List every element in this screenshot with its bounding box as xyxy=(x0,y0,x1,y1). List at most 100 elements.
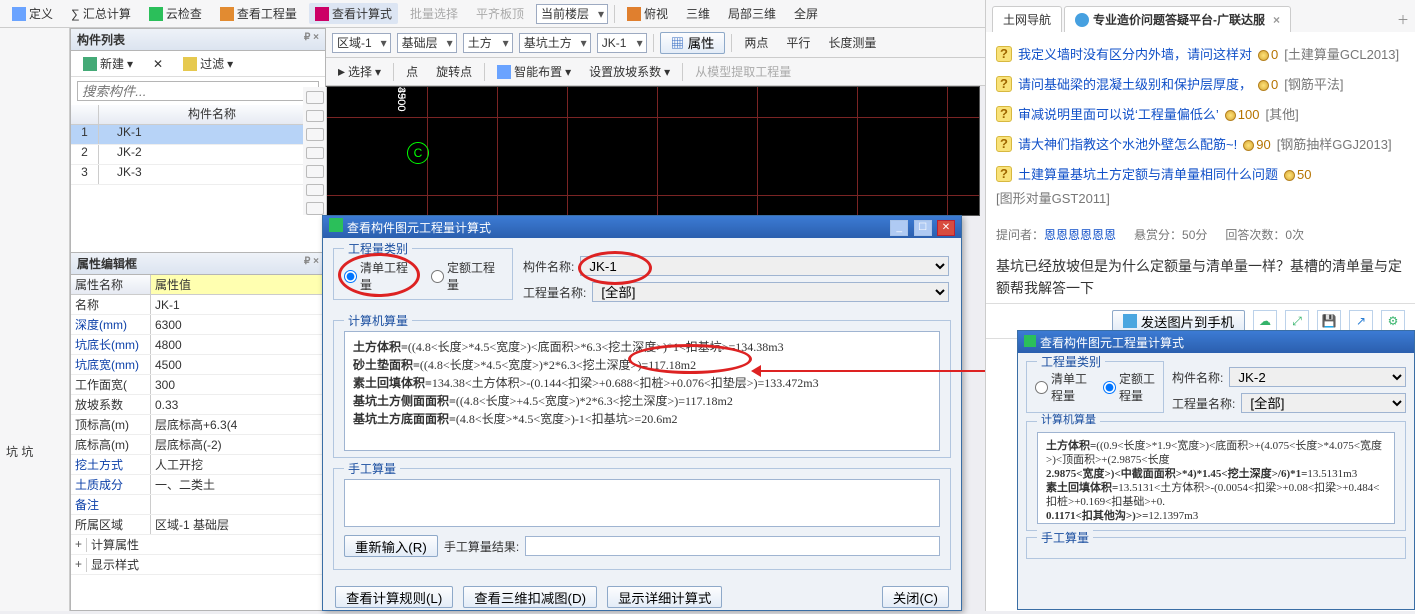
subtype-dropdown[interactable]: 基坑土方 xyxy=(519,33,591,53)
qa-item[interactable]: ? 请问基础梁的混凝土级别和保护层厚度， 0 [钢筋平法] xyxy=(996,70,1405,100)
close-button[interactable]: 关闭(C) xyxy=(882,586,949,608)
view-qty-button[interactable]: 查看工程量 xyxy=(214,3,303,24)
save-icon[interactable]: 💾 xyxy=(1317,310,1341,332)
minus-icon[interactable] xyxy=(306,202,324,215)
reenter-button[interactable]: 重新输入(R) xyxy=(344,535,438,557)
panel-pin-icon[interactable]: ₽ × xyxy=(304,32,319,43)
manual-textbox[interactable] xyxy=(344,479,940,527)
close-icon[interactable]: ✕ xyxy=(937,220,955,236)
cloud-icon[interactable]: ☁ xyxy=(1253,310,1277,332)
property-row[interactable]: 工作面宽(300 xyxy=(71,375,325,395)
property-row[interactable]: 底标高(m)层底标高(-2) xyxy=(71,435,325,455)
new-button[interactable]: 新建▾ xyxy=(77,53,139,74)
quota-qty-radio[interactable]: 定额工程量 xyxy=(1103,370,1155,404)
3d-button[interactable]: 三维 xyxy=(680,3,716,24)
plus-icon[interactable] xyxy=(306,184,324,197)
property-row[interactable]: 坑底长(mm)4800 xyxy=(71,335,325,355)
qa-item[interactable]: ? 请大神们指教这个水池外壁怎么配筋~! 90 [钢筋抽样GGJ2013] xyxy=(996,130,1405,160)
point-button[interactable]: 点 xyxy=(400,61,424,82)
view-3d-deduct-button[interactable]: 查看三维扣减图(D) xyxy=(463,586,597,608)
property-row[interactable]: 土质成分一、二类土 xyxy=(71,475,325,495)
smart-place-button[interactable]: 智能布置▾ xyxy=(491,61,577,82)
component-dropdown[interactable]: JK-1 xyxy=(597,33,647,53)
annotation-arrow xyxy=(755,370,1015,372)
qty-name-select[interactable]: [全部] xyxy=(1241,393,1406,413)
parallel-button[interactable]: 平行 xyxy=(780,32,816,53)
search-input[interactable] xyxy=(77,81,319,101)
layer-dropdown[interactable]: 当前楼层 xyxy=(536,4,608,24)
property-row[interactable]: 放坡系数0.33 xyxy=(71,395,325,415)
tab-qa[interactable]: 专业造价问题答疑平台-广联达服× xyxy=(1064,6,1291,32)
manual-result-input[interactable] xyxy=(525,536,940,556)
expand-icon[interactable]: ⤢ xyxy=(1285,310,1309,332)
new-tab-icon[interactable]: ＋ xyxy=(1397,11,1409,32)
category-dropdown[interactable]: 土方 xyxy=(463,33,513,53)
component-name-select[interactable]: JK-2 xyxy=(1229,367,1406,387)
view-formula-button[interactable]: 查看计算式 xyxy=(309,3,398,24)
cloud-check-button[interactable]: 云检查 xyxy=(143,3,208,24)
definition-button[interactable]: 定义 xyxy=(6,3,59,24)
qty-name-select[interactable]: [全部] xyxy=(592,282,949,302)
tab-nav[interactable]: 土网导航 xyxy=(992,6,1062,32)
fit-icon[interactable] xyxy=(306,147,324,160)
property-row[interactable]: 名称JK-1 xyxy=(71,295,325,315)
slope-coef-button[interactable]: 设置放坡系数▾ xyxy=(583,61,676,82)
zoom-window-icon[interactable] xyxy=(306,110,324,123)
component-row[interactable]: 3JK-3 xyxy=(71,165,325,185)
rotate-point-button[interactable]: 旋转点 xyxy=(430,61,478,82)
qa-item[interactable]: ? 土建算量基坑土方定额与清单量相同什么问题 50 [图形对量GST2011] xyxy=(996,160,1405,214)
view-rules-button[interactable]: 查看计算规则(L) xyxy=(335,586,453,608)
show-detail-button[interactable]: 显示详细计算式 xyxy=(607,586,722,608)
calc-attr-tree[interactable]: +计算属性 xyxy=(71,535,325,555)
property-row[interactable]: 顶标高(m)层底标高+6.3(4 xyxy=(71,415,325,435)
quota-qty-radio[interactable]: 定额工程量 xyxy=(431,259,502,293)
filter-button[interactable]: 过滤▾ xyxy=(177,53,239,74)
zoom-icon[interactable] xyxy=(306,128,324,141)
batch-select-button[interactable]: 批量选择 xyxy=(404,3,464,24)
qa-item[interactable]: ? 审减说明里面可以说‘工程量偏低么’ 100 [其他] xyxy=(996,100,1405,130)
calc-textbox[interactable]: 土方体积=((4.8<长度>*4.5<宽度>)<底面积>*6.3<挖土深度>)*… xyxy=(344,331,940,451)
property-row[interactable]: 所属区域区域-1 基础层 xyxy=(71,515,325,535)
align-slab-button[interactable]: 平齐板顶 xyxy=(470,3,530,24)
component-name-select[interactable]: JK-1 xyxy=(580,256,949,276)
layers-icon[interactable] xyxy=(306,165,324,178)
measure-button[interactable]: 长度测量 xyxy=(822,32,882,53)
share-icon[interactable]: ↗ xyxy=(1349,310,1373,332)
list-qty-radio[interactable]: 清单工程量 xyxy=(1035,370,1087,404)
property-row[interactable]: 深度(mm)6300 xyxy=(71,315,325,335)
select-button[interactable]: ▸ 选择▾ xyxy=(332,61,387,82)
local-3d-button[interactable]: 局部三维 xyxy=(722,3,782,24)
extract-from-model-button[interactable]: 从模型提取工程量 xyxy=(689,61,797,82)
question-icon: ? xyxy=(996,76,1012,92)
qa-item[interactable]: ? 我定义墙时没有区分内外墙，请问这样对 0 [土建算量GCL2013] xyxy=(996,40,1405,70)
delete-button[interactable]: ✕ xyxy=(147,55,169,73)
component-row[interactable]: 1JK-1 xyxy=(71,125,325,145)
tab-close-icon[interactable]: × xyxy=(1273,13,1280,27)
top-view-button[interactable]: 俯视 xyxy=(621,3,674,24)
fullscreen-button[interactable]: 全屏 xyxy=(788,3,824,24)
maximize-icon[interactable]: ☐ xyxy=(914,220,932,236)
two-point-button[interactable]: 两点 xyxy=(738,32,774,53)
property-row[interactable]: 坑底宽(mm)4500 xyxy=(71,355,325,375)
region-dropdown[interactable]: 区域-1 xyxy=(332,33,391,53)
calc-textbox[interactable]: 土方体积=((0.9<长度>*1.9<宽度>)<底面积>+(4.075<长度>*… xyxy=(1037,432,1395,524)
minimize-icon[interactable]: _ xyxy=(890,220,908,236)
group-legend: 计算机算量 xyxy=(344,312,412,329)
sum-button[interactable]: ∑ 汇总计算 xyxy=(65,3,137,24)
asker-link[interactable]: 恩恩恩恩恩恩 xyxy=(1044,228,1116,242)
display-style-tree[interactable]: +显示样式 xyxy=(71,555,325,575)
property-row[interactable]: 挖土方式人工开挖 xyxy=(71,455,325,475)
panel-pin-icon[interactable]: ₽ × xyxy=(304,256,319,267)
component-table-header: 构件名称 xyxy=(71,105,325,125)
dialog-titlebar[interactable]: 查看构件图元工程量计算式 _ ☐ ✕ xyxy=(323,216,961,238)
send-to-phone-button[interactable]: 发送图片到手机 xyxy=(1112,310,1245,332)
hand-icon[interactable] xyxy=(306,91,324,104)
component-row[interactable]: 2JK-2 xyxy=(71,145,325,165)
drawing-canvas[interactable]: 3900 4500 C xyxy=(326,86,980,216)
property-row[interactable]: 备注 xyxy=(71,495,325,515)
floor-dropdown[interactable]: 基础层 xyxy=(397,33,457,53)
property-button[interactable]: ▦ 属性 xyxy=(660,32,726,54)
dialog-titlebar[interactable]: 查看构件图元工程量计算式 xyxy=(1018,331,1414,353)
settings-icon[interactable]: ⚙ xyxy=(1381,310,1405,332)
list-qty-radio[interactable]: 清单工程量 xyxy=(344,259,415,293)
